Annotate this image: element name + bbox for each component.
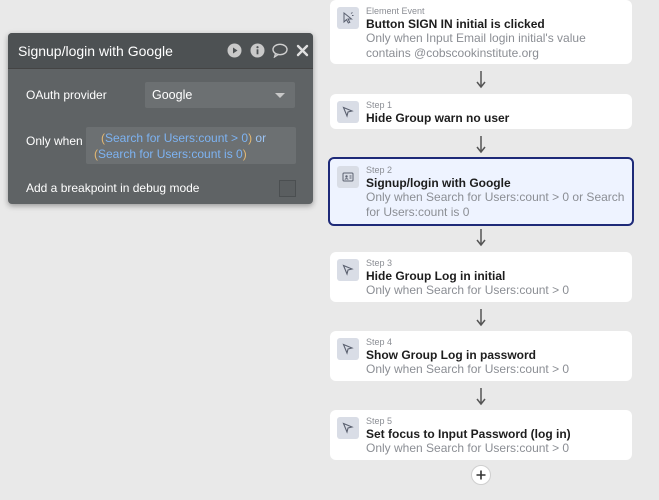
- event-title: Button SIGN IN initial is clicked: [366, 17, 545, 31]
- workflow-step-2[interactable]: Step 2 Signup/login with Google Only whe…: [328, 157, 634, 226]
- step-title: Show Group Log in password: [366, 348, 536, 362]
- or-operator[interactable]: or: [255, 131, 266, 145]
- close-icon[interactable]: [296, 43, 311, 58]
- panel-title: Signup/login with Google: [18, 43, 173, 59]
- step-label: Step 5: [366, 416, 393, 426]
- arrow-down-icon: [476, 388, 486, 406]
- close-paren: ): [242, 147, 247, 161]
- workflow-step-1[interactable]: Step 1 Hide Group warn no user: [330, 94, 632, 129]
- step-title: Signup/login with Google: [366, 176, 511, 190]
- event-step-label: Element Event: [366, 6, 425, 16]
- event-card[interactable]: Element Event Button SIGN IN initial is …: [330, 0, 632, 64]
- only-when-expression[interactable]: (Search for Users:count > 0) or (Search …: [86, 127, 296, 164]
- step-label: Step 1: [366, 100, 393, 110]
- action-properties-panel: Signup/login with Google OAuth provider …: [8, 33, 313, 204]
- info-icon[interactable]: [250, 43, 265, 58]
- arrow-down-icon: [476, 229, 486, 247]
- chevron-down-icon: [275, 93, 285, 98]
- arrow-down-icon: [476, 71, 486, 89]
- workflow-step-4[interactable]: Step 4 Show Group Log in password Only w…: [330, 331, 632, 381]
- close-paren: ): [248, 131, 253, 145]
- step-condition: Only when Search for Users:count > 0: [366, 283, 570, 297]
- oauth-provider-dropdown[interactable]: Google: [145, 82, 295, 108]
- step-label: Step 3: [366, 258, 393, 268]
- step-condition: Only when Search for Users:count > 0: [366, 441, 570, 455]
- only-when-label: Only when: [26, 134, 83, 148]
- workflow-step-3[interactable]: Step 3 Hide Group Log in initial Only wh…: [330, 252, 632, 302]
- workflow-step-5[interactable]: Step 5 Set focus to Input Password (log …: [330, 410, 632, 460]
- arrow-down-icon: [476, 309, 486, 327]
- expression-chip[interactable]: Search for Users:count > 0: [105, 131, 248, 145]
- play-icon[interactable]: [227, 43, 242, 58]
- add-step-button[interactable]: [471, 465, 491, 485]
- step-title: Hide Group Log in initial: [366, 269, 506, 283]
- login-icon: [337, 166, 359, 188]
- cursor-icon: [337, 101, 359, 123]
- plus-icon: [476, 470, 486, 480]
- step-label: Step 4: [366, 337, 393, 347]
- step-title: Hide Group warn no user: [366, 111, 510, 125]
- oauth-provider-value: Google: [152, 88, 193, 102]
- cursor-icon: [337, 259, 359, 281]
- cursor-icon: [337, 417, 359, 439]
- panel-header: Signup/login with Google: [8, 33, 313, 69]
- comment-icon[interactable]: [272, 43, 288, 59]
- breakpoint-checkbox[interactable]: [279, 180, 296, 197]
- step-condition: Only when Search for Users:count > 0 or …: [366, 190, 625, 219]
- arrow-down-icon: [476, 136, 486, 154]
- cursor-icon: [337, 338, 359, 360]
- step-title: Set focus to Input Password (log in): [366, 427, 571, 441]
- oauth-provider-label: OAuth provider: [26, 88, 107, 102]
- expression-chip[interactable]: Search for Users:count is 0: [98, 147, 243, 161]
- expression-line-2: (Search for Users:count is 0): [94, 146, 247, 162]
- breakpoint-label: Add a breakpoint in debug mode: [26, 181, 200, 195]
- step-condition: Only when Search for Users:count > 0: [366, 362, 570, 376]
- expression-line-1: (Search for Users:count > 0) or: [101, 130, 266, 146]
- cursor-click-icon: [337, 7, 359, 29]
- event-condition: Only when Input Email login initial's va…: [366, 31, 586, 60]
- step-label: Step 2: [366, 165, 393, 175]
